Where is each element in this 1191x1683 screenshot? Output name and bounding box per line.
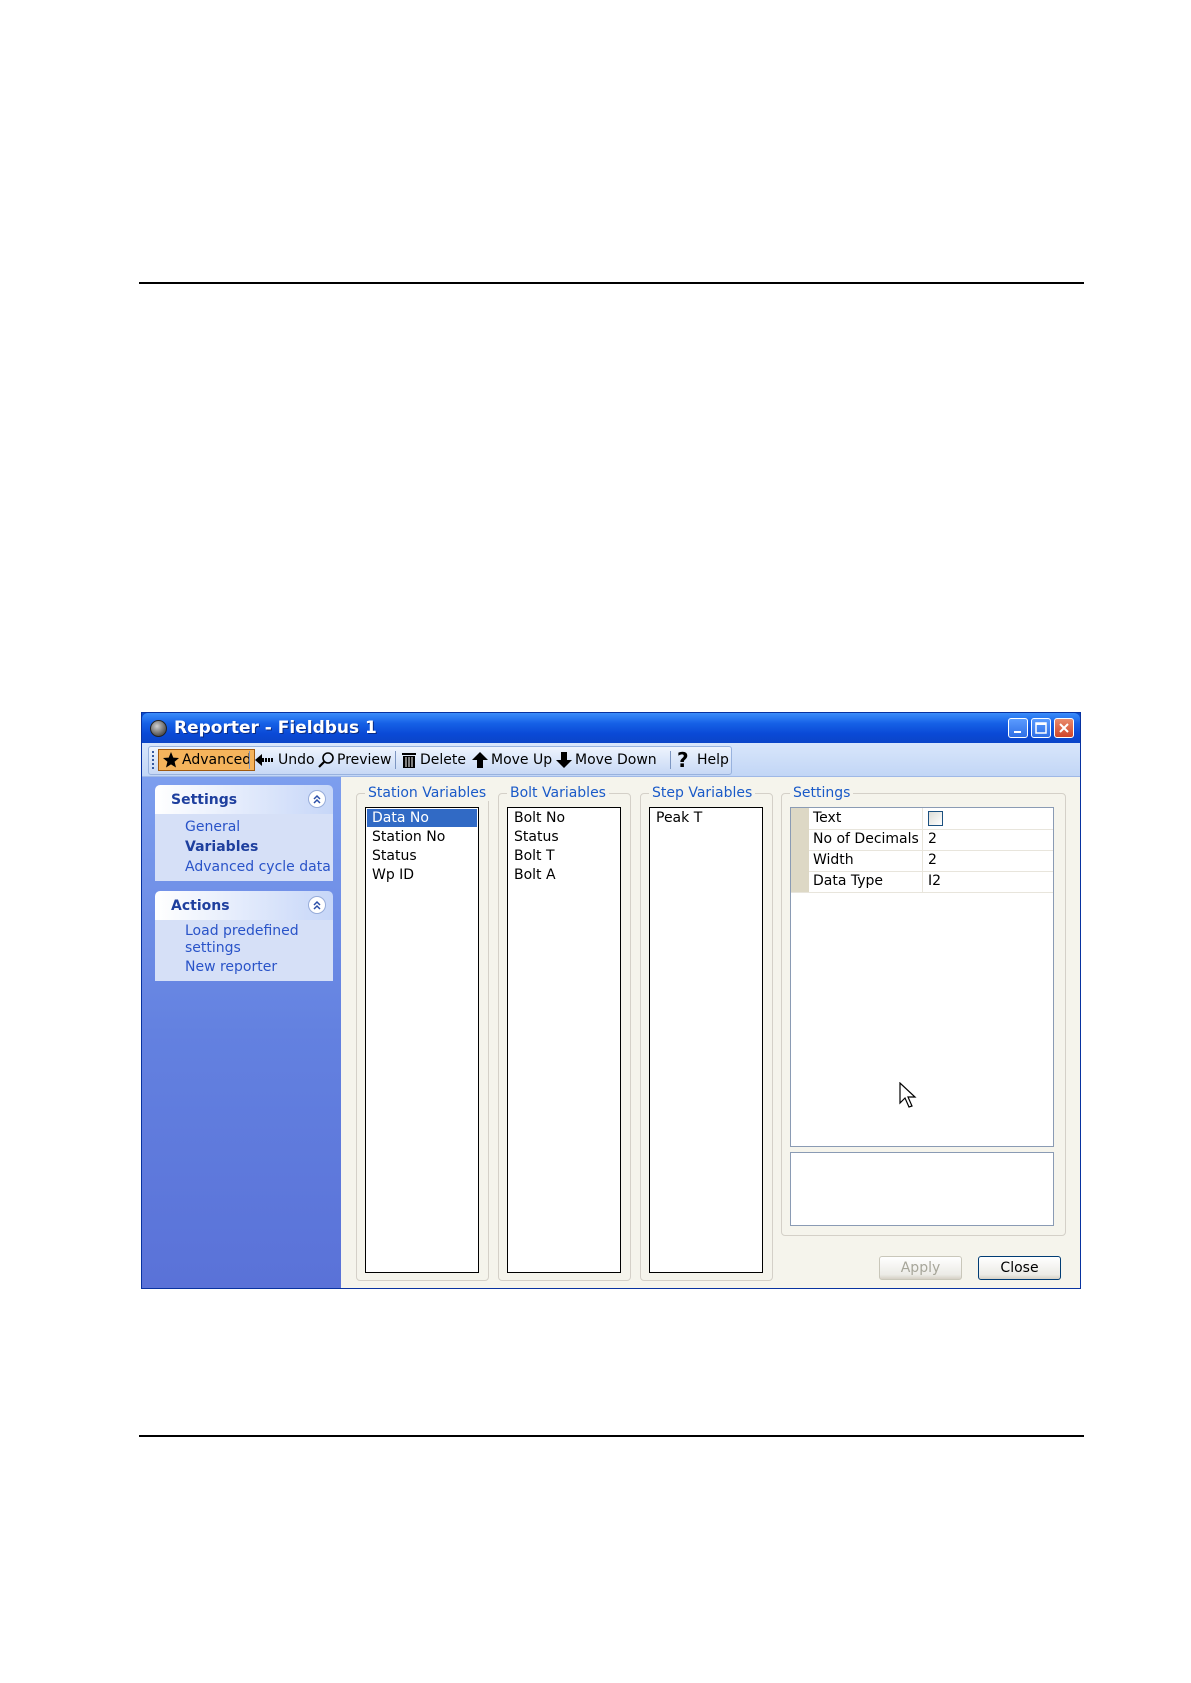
undo-button[interactable]: Undo [254, 749, 315, 771]
toolbar: Advanced Undo Preview Delete Move Up Mov… [142, 743, 1080, 777]
station-variables-list[interactable]: Data No Station No Status Wp ID [365, 807, 479, 1273]
property-value[interactable]: 2 [928, 852, 937, 868]
maximize-icon [1035, 722, 1047, 734]
close-button[interactable]: Close [978, 1256, 1061, 1280]
arrow-down-icon [556, 752, 572, 768]
actions-taskbox-header[interactable]: Actions [155, 891, 333, 920]
property-row-decimals[interactable]: No of Decimals 2 [791, 829, 1053, 851]
list-item[interactable]: Status [509, 828, 619, 846]
property-name: Width [813, 852, 854, 868]
actions-taskbox-title: Actions [171, 898, 230, 914]
question-mark-icon: ? [677, 750, 689, 770]
reporter-window: Reporter - Fieldbus 1 Advanced Undo Prev… [141, 712, 1081, 1289]
list-item[interactable]: Data No [367, 809, 477, 827]
step-variables-list[interactable]: Peak T [649, 807, 763, 1273]
minimize-icon [1014, 731, 1021, 733]
move-up-button[interactable]: Move Up [471, 749, 552, 771]
move-down-button[interactable]: Move Down [555, 749, 657, 771]
delete-label: Delete [420, 752, 466, 768]
list-item[interactable]: Status [367, 847, 477, 865]
actions-taskbox-body: Load predefined settings New reporter [155, 920, 333, 981]
top-page-rule [139, 282, 1084, 284]
variables-link[interactable]: Variables [185, 837, 333, 857]
double-chevron-up-icon [313, 794, 321, 804]
arrow-up-icon [472, 752, 488, 768]
apply-button[interactable]: Apply [879, 1256, 962, 1280]
help-label: Help [697, 752, 729, 768]
svg-text:?: ? [677, 750, 689, 770]
toolbar-grip[interactable] [152, 751, 154, 769]
toolbar-separator [249, 751, 250, 769]
task-pane: Settings General Variables Advanced cycl… [142, 777, 341, 1288]
advanced-cycle-data-link[interactable]: Advanced cycle data [185, 857, 333, 877]
move-down-label: Move Down [575, 752, 657, 768]
general-link[interactable]: General [185, 817, 333, 837]
mouse-pointer-icon [899, 1082, 917, 1108]
new-reporter-link[interactable]: New reporter [185, 957, 313, 977]
magnifier-icon [318, 752, 334, 768]
delete-button[interactable]: Delete [400, 749, 466, 771]
property-name: Text [813, 810, 842, 826]
property-description-box [790, 1152, 1054, 1226]
collapse-settings-button[interactable] [308, 790, 326, 808]
step-variables-group: Step Variables Peak T [640, 785, 773, 1281]
help-button[interactable]: ? Help [675, 749, 729, 771]
bottom-page-rule [139, 1435, 1084, 1437]
settings-group: Settings Text No of Decimals 2 Width 2 D… [781, 785, 1066, 1236]
settings-taskbox-body: General Variables Advanced cycle data [155, 814, 333, 881]
window-title: Reporter - Fieldbus 1 [174, 718, 377, 738]
list-item[interactable]: Bolt No [509, 809, 619, 827]
bolt-variables-label: Bolt Variables [507, 785, 609, 801]
settings-taskbox-title: Settings [171, 792, 238, 808]
property-name: No of Decimals [813, 831, 919, 847]
main-pane: Station Variables Data No Station No Sta… [341, 777, 1080, 1288]
move-up-label: Move Up [491, 752, 553, 768]
preview-button[interactable]: Preview [317, 749, 392, 771]
bolt-variables-group: Bolt Variables Bolt No Status Bolt T Bol… [498, 785, 631, 1281]
property-name: Data Type [813, 873, 884, 889]
minimize-button[interactable] [1008, 718, 1028, 738]
text-checkbox[interactable] [928, 811, 943, 826]
star-icon [163, 752, 179, 768]
preview-label: Preview [337, 752, 392, 768]
list-item[interactable]: Wp ID [367, 866, 477, 884]
close-icon [1059, 723, 1069, 733]
actions-taskbox: Actions Load predefined settings New rep… [155, 891, 333, 981]
toolbar-separator [670, 751, 671, 769]
toolstrip: Advanced Undo Preview Delete Move Up Mov… [148, 746, 732, 775]
undo-arrow-icon [255, 754, 273, 766]
trash-icon [402, 753, 416, 768]
property-row-width[interactable]: Width 2 [791, 850, 1053, 872]
settings-taskbox-header[interactable]: Settings [155, 785, 333, 814]
advanced-label: Advanced [182, 752, 252, 768]
property-row-text[interactable]: Text [791, 808, 1053, 830]
list-item[interactable]: Station No [367, 828, 477, 846]
property-grid: Text No of Decimals 2 Width 2 Data Type … [790, 807, 1054, 1147]
app-icon [150, 720, 167, 737]
list-item[interactable]: Bolt T [509, 847, 619, 865]
undo-label: Undo [278, 752, 315, 768]
property-value[interactable]: 2 [928, 831, 937, 847]
title-bar[interactable]: Reporter - Fieldbus 1 [142, 713, 1080, 743]
close-window-button[interactable] [1054, 718, 1074, 738]
advanced-button[interactable]: Advanced [158, 749, 256, 771]
double-chevron-up-icon [313, 900, 321, 910]
list-item[interactable]: Bolt A [509, 866, 619, 884]
list-item[interactable]: Peak T [651, 809, 761, 827]
settings-group-label: Settings [790, 785, 854, 801]
settings-taskbox: Settings General Variables Advanced cycl… [155, 785, 333, 881]
bolt-variables-list[interactable]: Bolt No Status Bolt T Bolt A [507, 807, 621, 1273]
station-variables-group: Station Variables Data No Station No Sta… [356, 785, 490, 1281]
load-predefined-settings-link[interactable]: Load predefined settings [185, 923, 313, 957]
property-value[interactable]: I2 [928, 873, 941, 889]
station-variables-label: Station Variables [365, 785, 490, 801]
maximize-button[interactable] [1031, 718, 1051, 738]
toolbar-separator [395, 751, 396, 769]
collapse-actions-button[interactable] [308, 896, 326, 914]
step-variables-label: Step Variables [649, 785, 756, 801]
property-row-data-type[interactable]: Data Type I2 [791, 871, 1053, 893]
